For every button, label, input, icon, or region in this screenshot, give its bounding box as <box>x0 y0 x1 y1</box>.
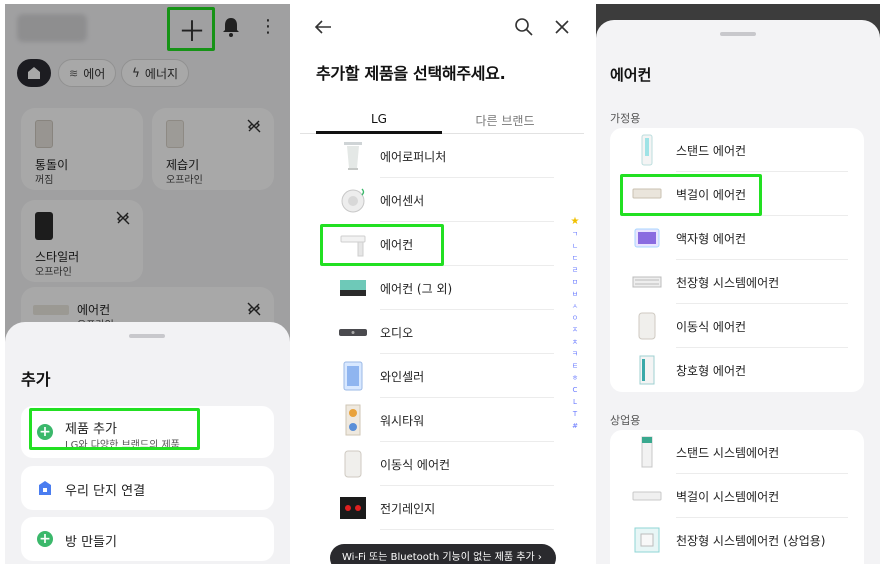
product-name: 에어센서 <box>380 194 425 208</box>
index-letter[interactable]: ㅈ <box>568 324 582 336</box>
index-letter[interactable]: ㅎ <box>568 372 582 384</box>
aircon-other-image <box>340 280 366 296</box>
row-divider <box>380 529 554 530</box>
index-letter[interactable]: ㅅ <box>568 300 582 312</box>
aircon-type-sheet: 에어컨 가정용 스탠드 에어컨 벽걸이 에어컨 액자형 에어컨 천장형 시스템에… <box>596 20 880 564</box>
sheet-grabber[interactable] <box>720 32 756 36</box>
section-label-commercial: 상업용 <box>610 414 641 427</box>
product-name: 에어컨 (그 외) <box>380 282 453 296</box>
electric-range-image <box>340 497 366 519</box>
portable-aircon-image <box>344 450 362 478</box>
index-letter[interactable]: T <box>568 408 582 420</box>
product-row-electric-range[interactable]: 전기레인지 <box>316 486 554 530</box>
index-letter[interactable]: ★ <box>568 216 582 228</box>
back-arrow-icon[interactable] <box>312 16 334 38</box>
product-row-washtower[interactable]: 워시타워 <box>316 398 554 442</box>
index-letter[interactable]: # <box>568 420 582 432</box>
highlight-wall-aircon <box>620 174 762 216</box>
index-letter[interactable]: ㅁ <box>568 276 582 288</box>
home-aircon-list: 스탠드 에어컨 벽걸이 에어컨 액자형 에어컨 천장형 시스템에어컨 이동식 에… <box>610 128 864 392</box>
product-row-portable-aircon[interactable]: 이동식 에어컨 <box>316 442 554 486</box>
add-non-connected-product-button[interactable]: Wi-Fi 또는 Bluetooth 기능이 없는 제품 추가 › <box>330 544 556 564</box>
ceiling-commercial-aircon-image <box>634 527 660 553</box>
index-letter[interactable]: ㄴ <box>568 240 582 252</box>
aircon-name: 스탠드 에어컨 <box>676 144 747 158</box>
washtower-image <box>345 404 361 436</box>
index-letter[interactable]: ㄱ <box>568 228 582 240</box>
close-icon[interactable] <box>553 18 571 36</box>
ceiling-aircon-image <box>632 276 662 288</box>
sheet-title: 추가 <box>21 370 51 389</box>
plus-circle-icon: + <box>37 531 53 547</box>
sheet-title: 에어컨 <box>610 66 652 84</box>
product-row-aircon-other[interactable]: 에어컨 (그 외) <box>316 266 554 310</box>
add-bottom-sheet: 추가 + 제품 추가 LG와 다양한 브랜드의 제품 우리 단지 연결 + 방 … <box>5 322 290 564</box>
aircon-row-stand-system[interactable]: 스탠드 시스템에어컨 <box>610 430 864 474</box>
highlight-aircon <box>320 224 444 266</box>
aircon-name: 이동식 에어컨 <box>676 320 747 334</box>
wine-cellar-image <box>343 361 363 391</box>
option-label: 방 만들기 <box>65 535 117 550</box>
connect-complex-option[interactable]: 우리 단지 연결 <box>21 466 274 510</box>
index-letter[interactable]: ㅌ <box>568 360 582 372</box>
index-letter[interactable]: ㅇ <box>568 312 582 324</box>
index-scroll-bar[interactable]: ★ ㄱ ㄴ ㄷ ㄹ ㅁ ㅂ ㅅ ㅇ ㅈ ㅊ ㅋ ㅌ ㅎ C L T # <box>568 216 582 486</box>
aircon-row-frame[interactable]: 액자형 에어컨 <box>610 216 864 260</box>
home-screen-panel: ＋ ⋮ ≋ 에어 ϟ 에너지 통돌이 꺼짐 제습기 오프라인 스타일러 오프라인… <box>5 4 290 564</box>
product-name: 와인셀러 <box>380 370 425 384</box>
window-aircon-image <box>639 355 655 385</box>
index-letter[interactable]: ㅋ <box>568 348 582 360</box>
commercial-aircon-list: 스탠드 시스템에어컨 벽걸이 시스템에어컨 천장형 시스템에어컨 (상업용) <box>610 430 864 564</box>
aircon-name: 창호형 에어컨 <box>676 364 747 378</box>
select-product-panel: 추가할 제품을 선택해주세요. LG 다른 브랜드 에어로퍼니처 에어센서 에어… <box>300 4 584 564</box>
product-row-aero-furniture[interactable]: 에어로퍼니처 <box>316 134 554 178</box>
option-label: 우리 단지 연결 <box>65 484 146 499</box>
index-letter[interactable]: ㄷ <box>568 252 582 264</box>
search-icon[interactable] <box>514 17 534 37</box>
aircon-row-window[interactable]: 창호형 에어컨 <box>610 348 864 392</box>
portable-aircon-image <box>638 312 656 340</box>
product-row-air-sensor[interactable]: 에어센서 <box>316 178 554 222</box>
aircon-name: 벽걸이 시스템에어컨 <box>676 490 780 504</box>
air-sensor-image <box>341 188 365 213</box>
sheet-grabber[interactable] <box>129 334 165 338</box>
product-name: 오디오 <box>380 326 414 340</box>
product-row-audio[interactable]: 오디오 <box>316 310 554 354</box>
aircon-type-panel: 에어컨 가정용 스탠드 에어컨 벽걸이 에어컨 액자형 에어컨 천장형 시스템에… <box>596 4 880 564</box>
aircon-row-ceiling-commercial[interactable]: 천장형 시스템에어컨 (상업용) <box>610 518 864 562</box>
index-letter[interactable]: ㅊ <box>568 336 582 348</box>
aero-furniture-image <box>344 142 362 170</box>
aircon-row-portable[interactable]: 이동식 에어컨 <box>610 304 864 348</box>
create-room-option[interactable]: + 방 만들기 <box>21 517 274 561</box>
aircon-row-ceiling-system[interactable]: 천장형 시스템에어컨 <box>610 260 864 304</box>
apartment-icon <box>39 481 51 495</box>
index-letter[interactable]: ㅂ <box>568 288 582 300</box>
frame-aircon-image <box>634 228 660 248</box>
index-letter[interactable]: C <box>568 384 582 396</box>
aircon-name: 스탠드 시스템에어컨 <box>676 446 780 460</box>
index-letter[interactable]: L <box>568 396 582 408</box>
audio-image <box>339 329 367 336</box>
section-label-home: 가정용 <box>610 112 641 125</box>
product-name: 워시타워 <box>380 414 425 428</box>
aircon-name: 천장형 시스템에어컨 (상업용) <box>676 534 826 548</box>
aircon-name: 액자형 에어컨 <box>676 232 747 246</box>
page-title: 추가할 제품을 선택해주세요. <box>316 64 506 83</box>
aircon-name: 천장형 시스템에어컨 <box>676 276 780 290</box>
product-name: 에어로퍼니처 <box>380 150 447 164</box>
product-name: 이동식 에어컨 <box>380 458 451 472</box>
stand-aircon-image <box>641 134 653 166</box>
wall-system-aircon-image <box>632 491 662 501</box>
highlight-add-product <box>29 408 200 450</box>
aircon-row-stand[interactable]: 스탠드 에어컨 <box>610 128 864 172</box>
stand-system-aircon-image <box>641 436 653 468</box>
aircon-row-wall-system[interactable]: 벽걸이 시스템에어컨 <box>610 474 864 518</box>
index-letter[interactable]: ㄹ <box>568 264 582 276</box>
product-row-wine-cellar[interactable]: 와인셀러 <box>316 354 554 398</box>
product-name: 전기레인지 <box>380 502 436 516</box>
